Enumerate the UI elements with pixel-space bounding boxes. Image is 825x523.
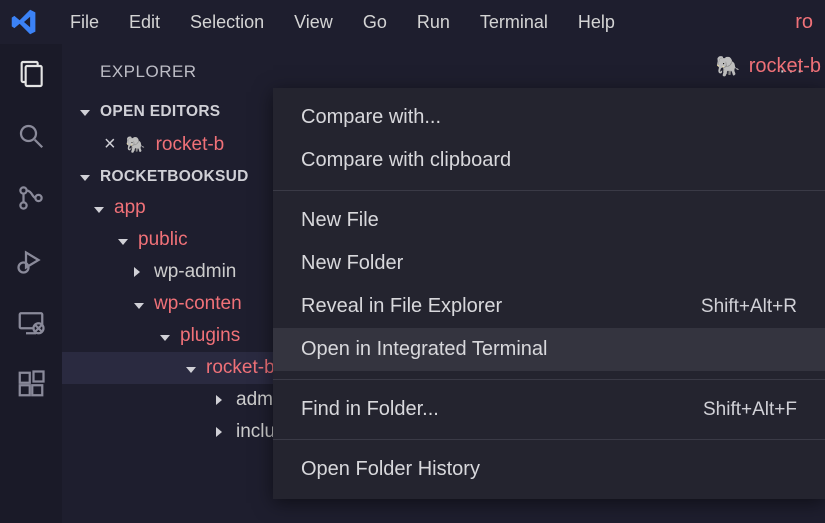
chevron-down-icon [134,293,146,315]
folder-label: public [138,229,188,251]
menu-terminal[interactable]: Terminal [466,6,562,39]
menu-shortcut: Shift+Alt+R [701,296,797,318]
menu-edit[interactable]: Edit [115,6,174,39]
menu-open-folder-history[interactable]: Open Folder History [273,448,825,491]
workspace-label: ROCKETBOOKSUD [100,168,249,186]
menu-find-in-folder[interactable]: Find in Folder... Shift+Alt+F [273,388,825,431]
title-truncated: ro [795,11,815,34]
explorer-title: EXPLORER [100,62,197,82]
chevron-right-icon [216,421,228,443]
menu-label: New File [301,209,379,232]
menu-separator [273,379,825,380]
remote-icon[interactable] [15,306,47,338]
menu-new-folder[interactable]: New Folder [273,242,825,285]
menu-run[interactable]: Run [403,6,464,39]
menu-compare-clipboard[interactable]: Compare with clipboard [273,139,825,182]
php-file-icon: 🐘 [716,54,741,79]
menu-separator [273,439,825,440]
menu-shortcut: Shift+Alt+F [703,399,797,421]
explorer-icon[interactable] [15,58,47,90]
menu-separator [273,190,825,191]
php-file-icon: 🐘 [126,135,146,155]
chevron-down-icon [118,229,130,251]
menu-reveal-explorer[interactable]: Reveal in File Explorer Shift+Alt+R [273,285,825,328]
debug-icon[interactable] [15,244,47,276]
menu-label: Find in Folder... [301,398,439,421]
chevron-down-icon [80,103,92,121]
search-icon[interactable] [15,120,47,152]
source-control-icon[interactable] [15,182,47,214]
folder-label: rocket-b [206,357,275,379]
menu-file[interactable]: File [56,6,113,39]
editor-tab-partial[interactable]: 🐘 rocket-b [716,54,825,79]
menu-new-file[interactable]: New File [273,199,825,242]
folder-label: wp-admin [154,261,236,283]
editor-tab-label: rocket-b [749,55,821,78]
menu-label: Reveal in File Explorer [301,295,502,318]
folder-label: app [114,197,146,219]
context-menu: Compare with... Compare with clipboard N… [273,88,825,499]
menu-label: Open Folder History [301,458,480,481]
chevron-down-icon [186,357,198,379]
vscode-logo-icon [10,8,38,36]
open-editors-label: OPEN EDITORS [100,103,220,121]
menu-open-integrated-terminal[interactable]: Open in Integrated Terminal [273,328,825,371]
menu-label: New Folder [301,252,403,275]
menu-label: Compare with... [301,106,441,129]
chevron-down-icon [80,168,92,186]
close-icon[interactable]: × [104,133,116,156]
folder-label: plugins [180,325,240,347]
menu-view[interactable]: View [280,6,347,39]
menu-compare-with[interactable]: Compare with... [273,96,825,139]
menu-selection[interactable]: Selection [176,6,278,39]
chevron-right-icon [134,261,146,283]
menu-label: Open in Integrated Terminal [301,338,547,361]
open-editor-filename: rocket-b [156,134,225,156]
chevron-down-icon [94,197,106,219]
chevron-down-icon [160,325,172,347]
menu-label: Compare with clipboard [301,149,511,172]
chevron-right-icon [216,389,228,411]
menu-go[interactable]: Go [349,6,401,39]
folder-label: wp-conten [154,293,242,315]
extensions-icon[interactable] [15,368,47,400]
activity-bar [0,44,62,523]
menu-help[interactable]: Help [564,6,629,39]
menubar: File Edit Selection View Go Run Terminal… [0,0,825,44]
